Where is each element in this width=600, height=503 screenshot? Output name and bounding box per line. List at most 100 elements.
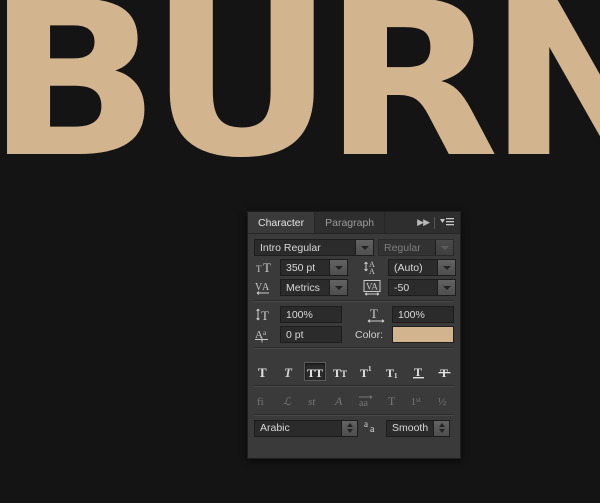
subscript-button[interactable]: T 1 [382,362,404,381]
underline-button[interactable]: T [408,362,430,381]
character-panel[interactable]: Character Paragraph ▶▶ Intro Regular [247,211,461,459]
size-leading-row: T T 350 pt A A (Auto) [254,259,454,276]
strikethrough-button[interactable]: T [434,362,456,381]
language-stepper-icon[interactable] [341,421,357,436]
font-style-dropdown-icon[interactable] [435,240,453,255]
faux-bold-button[interactable]: T [252,362,274,381]
vertical-scale-value: 100% [281,309,313,321]
titling-alternates-button[interactable]: T [382,391,404,410]
vertical-scale-field[interactable]: 100% [280,306,342,323]
font-size-field[interactable]: 350 pt [280,259,348,276]
artwork-text-burn: BURN [0,0,600,188]
svg-text:a: a [364,419,368,429]
small-caps-button[interactable]: T T [330,362,352,381]
superscript-button[interactable]: T 1 [356,362,378,381]
kerning-icon: V A [254,280,276,295]
font-style-value: Regular [379,242,421,254]
faux-italic-button[interactable]: T [278,362,300,381]
baseline-shift-value: 0 pt [281,329,304,341]
tab-bar-spacer [385,212,413,233]
svg-text:T: T [386,366,394,379]
character-panel-body: Intro Regular Regular T T 350 pt [248,234,460,358]
svg-text:T: T [263,261,271,275]
font-row: Intro Regular Regular [254,239,454,256]
anti-aliasing-icon: a a [363,419,381,437]
svg-text:aa: aa [359,398,368,408]
fractions-button[interactable]: ½ [434,391,456,410]
svg-text:T: T [258,365,267,379]
svg-text:st: st [308,396,316,408]
baseline-shift-icon: A a [254,327,276,343]
svg-text:T: T [360,366,368,379]
color-label: Color: [355,329,383,341]
text-color-swatch[interactable] [392,326,454,343]
font-family-dropdown-icon[interactable] [355,240,373,255]
font-family-value: Intro Regular [255,242,321,254]
kerning-value: Metrics [281,282,320,294]
anti-aliasing-field[interactable]: Smooth [386,420,450,437]
font-style-field[interactable]: Regular [378,239,454,256]
opentype-button-row: fi ℒ st A aa T 1 st ½ [248,391,460,410]
svg-text:T: T [414,365,422,379]
font-family-field[interactable]: Intro Regular [254,239,374,256]
svg-text:st: st [416,396,421,404]
ordinals-button[interactable]: 1 st [408,391,430,410]
font-size-dropdown-icon[interactable] [329,260,347,275]
leading-dropdown-icon[interactable] [437,260,455,275]
baseline-shift-field[interactable]: 0 pt [280,326,342,343]
tracking-value: -50 [389,282,409,294]
leading-value: (Auto) [389,262,423,274]
tab-character[interactable]: Character [248,212,315,233]
svg-text:fi: fi [257,396,264,408]
leading-field[interactable]: (Auto) [388,259,456,276]
language-value: Arabic [255,422,290,434]
panel-divider-3 [254,385,454,387]
kerning-tracking-row: V A Metrics VA -50 [254,279,454,296]
standard-ligatures-button[interactable]: fi [252,391,274,410]
tracking-dropdown-icon[interactable] [437,280,455,295]
language-antialias-row: Arabic a a Smooth [248,419,460,437]
horizontal-scale-value: 100% [393,309,425,321]
language-field[interactable]: Arabic [254,420,358,437]
font-size-icon: T T [254,261,276,275]
vertical-scale-icon: T [254,307,276,322]
horizontal-scale-icon: T [366,307,388,323]
svg-text:a: a [370,424,375,433]
font-size-value: 350 pt [281,262,315,274]
svg-text:1: 1 [394,372,398,379]
anti-aliasing-stepper-icon[interactable] [433,421,449,436]
all-caps-button[interactable]: TT [304,362,326,381]
svg-text:1: 1 [368,365,372,373]
horizontal-scale-field[interactable]: 100% [392,306,454,323]
svg-text:TT: TT [307,366,323,379]
panel-divider-4 [254,414,454,416]
svg-text:T: T [388,394,396,408]
kerning-field[interactable]: Metrics [280,279,348,296]
baseline-color-row: A a 0 pt Color: [254,326,454,343]
svg-text:T: T [333,366,341,379]
svg-text:T: T [261,308,269,322]
tracking-field[interactable]: -50 [388,279,456,296]
svg-text:T: T [284,365,293,379]
panel-header-icons: ▶▶ [413,212,460,233]
swash-button[interactable]: A [330,391,352,410]
panel-divider-2 [254,347,454,349]
panel-tab-bar: Character Paragraph ▶▶ [248,212,460,234]
tab-paragraph[interactable]: Paragraph [315,212,385,233]
scale-row: T 100% T 100% [254,306,454,323]
tracking-icon: VA [362,280,384,296]
header-divider [434,217,435,229]
anti-aliasing-value: Smooth [387,422,428,434]
svg-text:½: ½ [438,396,446,408]
contextual-alternates-button[interactable]: ℒ [278,391,300,410]
panel-divider-1 [254,300,454,302]
kerning-dropdown-icon[interactable] [329,280,347,295]
discretionary-ligatures-button[interactable]: st [304,391,326,410]
panel-menu-icon[interactable] [440,214,454,232]
svg-text:A: A [334,394,343,408]
svg-text:VA: VA [366,281,378,291]
stylistic-alternates-button[interactable]: aa [356,391,378,410]
tab-character-label: Character [258,217,304,229]
tab-paragraph-label: Paragraph [325,217,374,229]
collapse-to-icons-icon[interactable]: ▶▶ [417,218,429,227]
